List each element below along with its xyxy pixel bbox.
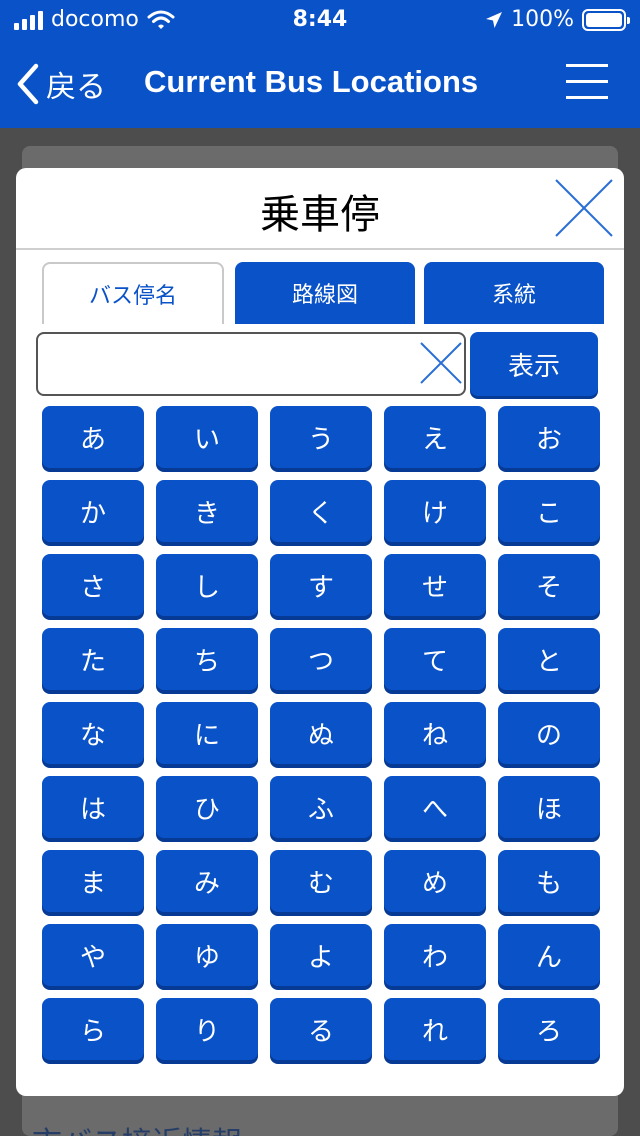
search-row: 表示 (36, 332, 604, 398)
status-bar: docomo 8:44 100% (0, 0, 640, 42)
page-title: Current Bus Locations (144, 64, 479, 99)
kana-key[interactable]: こ (498, 480, 600, 542)
kana-key[interactable]: つ (270, 628, 372, 690)
clear-x-icon (420, 342, 462, 384)
kana-key[interactable]: の (498, 702, 600, 764)
kana-key[interactable]: た (42, 628, 144, 690)
kana-key[interactable]: ら (42, 998, 144, 1060)
kana-key[interactable]: す (270, 554, 372, 616)
kana-keyboard: あいうえおかきくけこさしすせそたちつてとなにぬねのはひふへほまみむめもやゆよわん… (42, 406, 600, 1060)
kana-key[interactable]: と (498, 628, 600, 690)
kana-key[interactable]: う (270, 406, 372, 468)
chevron-left-icon (17, 63, 39, 105)
kana-key[interactable]: く (270, 480, 372, 542)
kana-key[interactable]: へ (384, 776, 486, 838)
kana-key[interactable]: き (156, 480, 258, 542)
kana-key[interactable]: さ (42, 554, 144, 616)
kana-key[interactable]: け (384, 480, 486, 542)
kana-key[interactable]: ゆ (156, 924, 258, 986)
kana-key[interactable]: や (42, 924, 144, 986)
kana-key[interactable]: ま (42, 850, 144, 912)
kana-key[interactable]: な (42, 702, 144, 764)
kana-key[interactable]: み (156, 850, 258, 912)
kana-key[interactable]: お (498, 406, 600, 468)
kana-key[interactable]: え (384, 406, 486, 468)
kana-key[interactable]: ろ (498, 998, 600, 1060)
location-arrow-icon (486, 11, 503, 28)
tab-bar: バス停名 路線図 系統 (16, 250, 624, 324)
kana-key[interactable]: し (156, 554, 258, 616)
kana-key[interactable]: せ (384, 554, 486, 616)
app-header: docomo 8:44 100% 戻る Current Bus Location… (0, 0, 640, 128)
kana-key[interactable]: む (270, 850, 372, 912)
kana-key[interactable]: よ (270, 924, 372, 986)
search-input[interactable] (36, 332, 466, 396)
kana-key[interactable]: に (156, 702, 258, 764)
kana-key[interactable]: そ (498, 554, 600, 616)
display-button[interactable]: 表示 (470, 332, 598, 396)
bus-stop-picker-modal: 乗車停 バス停名 路線図 系統 表示 あいうえおかきくけこさしすせそたちつてとな… (16, 168, 624, 1096)
background-section-label: 市バス接近情報 (32, 1118, 242, 1136)
battery-percent: 100% (511, 7, 574, 32)
kana-key[interactable]: ち (156, 628, 258, 690)
kana-key[interactable]: ほ (498, 776, 600, 838)
kana-key[interactable]: ひ (156, 776, 258, 838)
kana-key[interactable]: い (156, 406, 258, 468)
kana-key[interactable]: り (156, 998, 258, 1060)
close-icon (555, 179, 613, 237)
clear-input-button[interactable] (418, 340, 464, 386)
tab-route-map[interactable]: 路線図 (235, 262, 415, 324)
tab-bus-stop-name[interactable]: バス停名 (42, 262, 224, 324)
hamburger-icon (566, 64, 608, 67)
kana-key[interactable]: る (270, 998, 372, 1060)
kana-key[interactable]: ぬ (270, 702, 372, 764)
menu-button[interactable] (566, 62, 608, 104)
kana-key[interactable]: は (42, 776, 144, 838)
back-label: 戻る (46, 70, 106, 105)
back-button[interactable]: 戻る (16, 62, 106, 106)
battery-icon (582, 8, 630, 31)
kana-key[interactable]: れ (384, 998, 486, 1060)
status-right: 100% (485, 7, 630, 32)
kana-key[interactable]: わ (384, 924, 486, 986)
kana-key[interactable]: ね (384, 702, 486, 764)
kana-key[interactable]: ん (498, 924, 600, 986)
kana-key[interactable]: か (42, 480, 144, 542)
kana-key[interactable]: あ (42, 406, 144, 468)
kana-key[interactable]: め (384, 850, 486, 912)
kana-key[interactable]: ふ (270, 776, 372, 838)
tab-route-system[interactable]: 系統 (424, 262, 604, 324)
close-button[interactable] (552, 176, 616, 240)
kana-key[interactable]: て (384, 628, 486, 690)
kana-key[interactable]: も (498, 850, 600, 912)
modal-title: 乗車停 (260, 192, 380, 238)
